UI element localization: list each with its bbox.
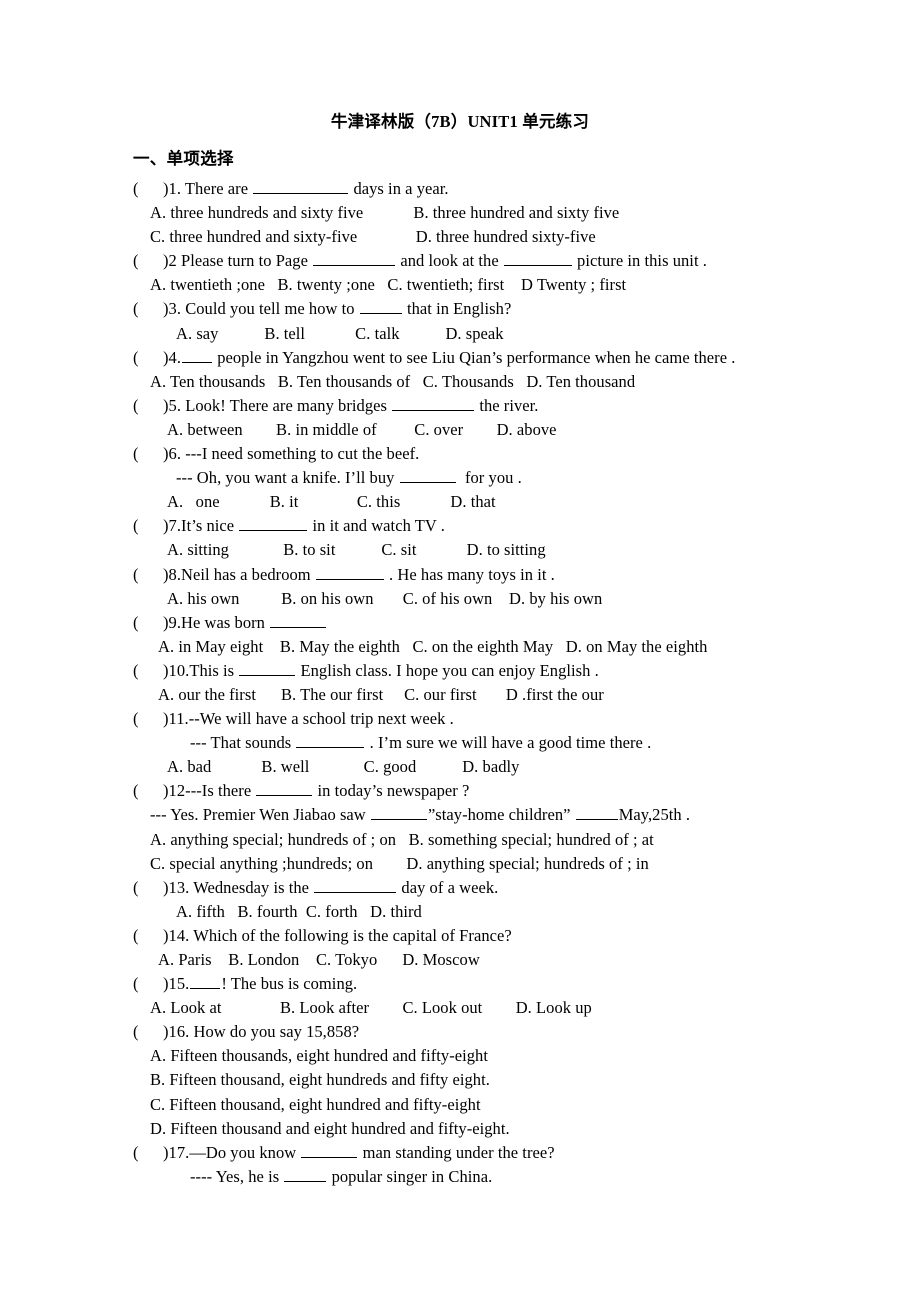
question-options-16d[interactable]: D. Fifteen thousand and eight hundred an… (0, 1117, 920, 1141)
question-options-10[interactable]: A. our the first B. The our first C. our… (0, 683, 920, 707)
question-options-16c[interactable]: C. Fifteen thousand, eight hundred and f… (0, 1093, 920, 1117)
question-dialog-11: --- That sounds . I’m sure we will have … (190, 731, 652, 753)
question-options-4[interactable]: A. Ten thousands B. Ten thousands of C. … (0, 370, 920, 394)
answer-blank[interactable] (190, 972, 221, 990)
question-stem-15: ()15.! The bus is coming. (0, 972, 920, 996)
question-dialog-17: ---- Yes, he is popular singer in China. (190, 1165, 493, 1186)
question-stem-14: ()14. Which of the following is the capi… (0, 924, 920, 948)
question-options-8[interactable]: A. his own B. on his own C. of his own D… (0, 587, 920, 611)
answer-bracket-5[interactable]: ( (133, 394, 163, 418)
answer-blank[interactable] (399, 466, 456, 484)
question-dialog-6: --- Oh, you want a knife. I’ll buy for y… (176, 466, 522, 488)
answer-bracket-17[interactable]: ( (133, 1141, 163, 1165)
answer-blank[interactable] (239, 659, 296, 676)
question-stem-9: ()9.He was born (0, 611, 920, 635)
answer-bracket-4[interactable]: ( (133, 346, 163, 370)
answer-bracket-14[interactable]: ( (133, 924, 163, 948)
question-options-14[interactable]: A. Paris B. London C. Tokyo D. Moscow (0, 948, 920, 972)
question-options-2[interactable]: A. twentieth ;one B. twenty ;one C. twen… (0, 273, 920, 297)
question-stem-6: ()6. ---I need something to cut the beef… (0, 442, 920, 466)
answer-blank[interactable] (284, 1165, 327, 1182)
question-stem-16: ()16. How do you say 15,858? (0, 1020, 920, 1044)
answer-blank[interactable] (301, 1141, 358, 1158)
answer-bracket-15[interactable]: ( (133, 972, 163, 996)
question-stem-13: ()13. Wednesday is the day of a week. (0, 876, 920, 900)
question-stem-1: ()1. There are days in a year. (0, 177, 920, 201)
question-options-12a[interactable]: A. anything special; hundreds of ; on B.… (0, 828, 920, 852)
question-options-13[interactable]: A. fifth B. fourth C. forth D. third (0, 900, 920, 924)
question-options-6[interactable]: A. one B. it C. this D. that (0, 490, 920, 514)
question-options-1b[interactable]: C. three hundred and sixty-five D. three… (0, 225, 920, 249)
question-stem-4: ()4. people in Yangzhou went to see Liu … (0, 346, 920, 370)
question-options-11[interactable]: A. bad B. well C. good D. badly (0, 755, 920, 779)
answer-bracket-6[interactable]: ( (133, 442, 163, 466)
answer-blank[interactable] (182, 346, 213, 363)
answer-blank[interactable] (296, 731, 365, 749)
answer-bracket-13[interactable]: ( (133, 876, 163, 900)
question-options-5[interactable]: A. between B. in middle of C. over D. ab… (0, 418, 920, 442)
document-page: 牛津译林版（7B）UNIT1 单元练习 一、单项选择 ()1. There ar… (0, 0, 920, 1302)
answer-blank[interactable] (270, 611, 327, 628)
answer-blank[interactable] (239, 515, 308, 532)
question-stem-11: ()11.--We will have a school trip next w… (0, 707, 920, 731)
answer-blank[interactable] (313, 250, 396, 267)
question-stem-8: ()8.Neil has a bedroom . He has many toy… (0, 563, 920, 587)
answer-bracket-12[interactable]: ( (133, 779, 163, 803)
answer-bracket-7[interactable]: ( (133, 514, 163, 538)
question-options-16b[interactable]: B. Fifteen thousand, eight hundreds and … (0, 1068, 920, 1092)
question-options-1a[interactable]: A. three hundreds and sixty five B. thre… (0, 201, 920, 225)
question-list: ()1. There are days in a year. A. three … (0, 177, 920, 1189)
answer-blank[interactable] (359, 298, 402, 315)
question-options-3[interactable]: A. say B. tell C. talk D. speak (0, 322, 920, 346)
question-stem-12: ()12---Is there in today’s newspaper ? (0, 779, 920, 803)
answer-bracket-8[interactable]: ( (133, 563, 163, 587)
question-stem-17: ()17.—Do you know man standing under the… (0, 1141, 920, 1165)
answer-bracket-3[interactable]: ( (133, 297, 163, 321)
question-stem-3: ()3. Could you tell me how to that in En… (0, 297, 920, 321)
answer-blank[interactable] (315, 563, 384, 580)
answer-blank[interactable] (392, 394, 475, 411)
question-dialog-12: --- Yes. Premier Wen Jiabao saw ”stay-ho… (150, 804, 691, 825)
question-options-15[interactable]: A. Look at B. Look after C. Look out D. … (0, 996, 920, 1020)
answer-bracket-16[interactable]: ( (133, 1020, 163, 1044)
answer-blank[interactable] (314, 876, 397, 893)
answer-blank[interactable] (575, 804, 618, 821)
answer-bracket-9[interactable]: ( (133, 611, 163, 635)
answer-bracket-1[interactable]: ( (133, 177, 163, 201)
question-options-12b[interactable]: C. special anything ;hundreds; on D. any… (0, 852, 920, 876)
answer-blank[interactable] (253, 177, 349, 194)
question-options-9[interactable]: A. in May eight B. May the eighth C. on … (0, 635, 920, 659)
answer-blank[interactable] (370, 804, 427, 821)
answer-blank[interactable] (503, 250, 572, 267)
question-stem-10: ()10.This is English class. I hope you c… (0, 659, 920, 683)
question-stem-2: ()2 Please turn to Page and look at the … (0, 249, 920, 273)
answer-blank[interactable] (256, 780, 313, 797)
question-stem-5: ()5. Look! There are many bridges the ri… (0, 394, 920, 418)
answer-bracket-11[interactable]: ( (133, 707, 163, 731)
question-options-16a[interactable]: A. Fifteen thousands, eight hundred and … (0, 1044, 920, 1068)
section-heading-single-choice: 一、单项选择 (133, 149, 234, 168)
answer-bracket-2[interactable]: ( (133, 249, 163, 273)
question-stem-7: ()7.It’s nice in it and watch TV . (0, 514, 920, 538)
question-options-7[interactable]: A. sitting B. to sit C. sit D. to sittin… (0, 538, 920, 562)
page-title: 牛津译林版（7B）UNIT1 单元练习 (330, 112, 590, 131)
answer-bracket-10[interactable]: ( (133, 659, 163, 683)
